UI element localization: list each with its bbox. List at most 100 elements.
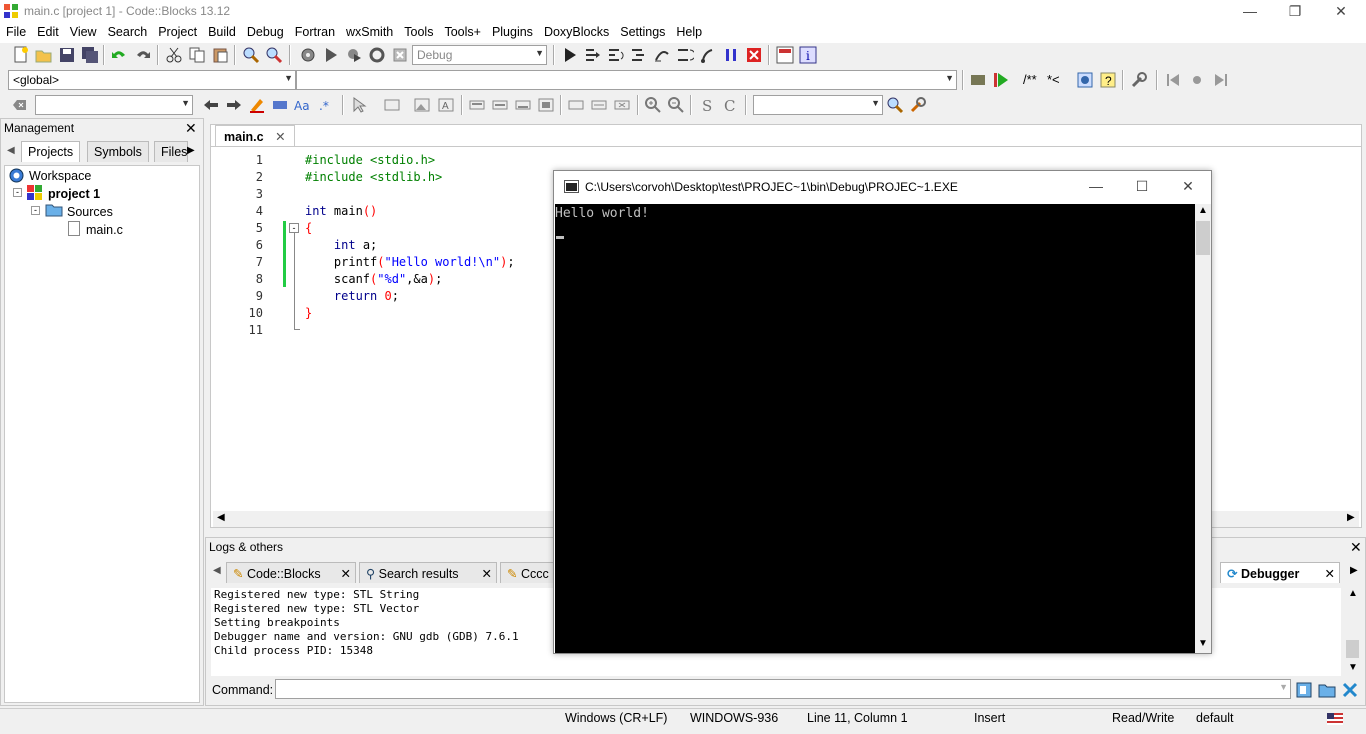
tree-folder-sources[interactable]: Sources [67,205,113,219]
save-icon[interactable] [58,46,76,64]
collapse-project-icon[interactable]: - [13,188,22,197]
pause-icon[interactable] [722,46,740,64]
scope-select[interactable]: <global> ▼ [8,70,296,90]
stop-debugger-icon[interactable] [745,46,763,64]
tab-scroll-right-icon[interactable]: ▶ [1350,565,1358,576]
wx-spacer-icon[interactable] [567,96,585,114]
command-input[interactable]: ▼ [275,679,1291,699]
doxy-wizard-icon[interactable] [969,71,987,89]
match-case-icon[interactable]: Aa [294,96,312,114]
build-and-run-icon[interactable] [345,46,363,64]
tab-symbols[interactable]: Symbols [87,141,149,162]
new-file-icon[interactable] [12,46,30,64]
html-help-icon[interactable] [1076,71,1094,89]
scroll-right-icon[interactable]: ▶ [1347,512,1355,523]
menu-wxsmith[interactable]: wxSmith [340,23,398,39]
build-target-select[interactable]: Debug ▼ [412,45,547,65]
close-icon[interactable]: ✕ [482,566,492,581]
menu-debug[interactable]: Debug [241,23,289,39]
menu-file[interactable]: File [0,23,31,39]
menu-help[interactable]: Help [670,23,707,39]
restore-button[interactable]: ❐ [1272,0,1318,23]
editor-tab-main-c[interactable]: main.c ✕ [215,125,295,147]
load-script-icon[interactable] [1295,681,1313,699]
zoom-in-icon[interactable] [644,96,662,114]
wx-wrap-icon[interactable] [613,96,631,114]
replace-icon[interactable] [265,46,283,64]
step-out-icon[interactable] [699,46,717,64]
tab-scroll-left-icon[interactable]: ◀ [7,145,15,156]
menu-edit[interactable]: Edit [31,23,64,39]
wx-frame-icon[interactable] [383,96,401,114]
step-into-icon[interactable] [653,46,671,64]
selected-text-only-icon[interactable] [271,96,289,114]
wx-settings-s-icon[interactable]: S [698,96,716,114]
console-vertical-scrollbar[interactable]: ▲ ▼ [1195,204,1211,653]
block-comment-button[interactable]: /** [1023,72,1037,87]
save-all-icon[interactable] [81,46,99,64]
undo-icon[interactable] [110,46,128,64]
find-next-icon[interactable] [225,96,243,114]
console-output-area[interactable]: Hello world! [555,204,1195,653]
menu-tools[interactable]: Tools [398,23,438,39]
tree-project[interactable]: project 1 [48,187,100,201]
close-icon[interactable]: ✕ [185,120,197,137]
close-button[interactable]: ✕ [1318,0,1364,23]
zoom-out-icon[interactable] [667,96,685,114]
menu-fortran[interactable]: Fortran [289,23,340,39]
menu-tools-plus[interactable]: Tools+ [438,23,485,39]
tab-cccc[interactable]: ✎ Cccc [500,562,560,583]
open-folder-icon[interactable] [35,46,53,64]
tab-scroll-left-icon[interactable]: ◀ [213,565,221,576]
toggle-bookmark-icon[interactable] [1188,71,1206,89]
menu-settings[interactable]: Settings [614,23,670,39]
close-icon[interactable]: ✕ [1325,566,1335,581]
function-select[interactable]: ▼ [296,70,957,90]
menu-plugins[interactable]: Plugins [486,23,538,39]
wx-box-icon[interactable] [514,96,532,114]
tab-codeblocks-log[interactable]: ✎ Code::Blocks ✕ [226,562,356,583]
doxy-extract-icon[interactable] [992,71,1010,89]
tree-workspace[interactable]: Workspace [29,169,91,183]
clear-search-icon[interactable] [10,96,28,114]
abort-icon[interactable] [391,46,409,64]
tab-search-results[interactable]: ⚲ Search results ✕ [359,562,497,583]
tab-scroll-right-icon[interactable]: ▶ [187,145,195,156]
debugging-windows-icon[interactable] [776,46,794,64]
jump-forward-icon[interactable] [1211,71,1229,89]
wx-static-text-icon[interactable]: A [437,96,455,114]
pointer-icon[interactable] [350,96,368,114]
run-icon[interactable] [322,46,340,64]
debug-continue-icon[interactable] [561,46,579,64]
wx-panel-icon[interactable] [468,96,486,114]
wx-sizer-icon[interactable] [491,96,509,114]
clear-log-icon[interactable] [1341,681,1359,699]
jump-back-icon[interactable] [1165,71,1183,89]
menu-project[interactable]: Project [152,23,202,39]
menu-view[interactable]: View [64,23,102,39]
scroll-up-icon[interactable]: ▲ [1198,205,1208,216]
wx-flex-icon[interactable] [590,96,608,114]
wx-grid-icon[interactable] [537,96,555,114]
line-comment-button[interactable]: *< [1047,72,1060,87]
tree-file-main-c[interactable]: main.c [86,223,123,237]
find-previous-icon[interactable] [202,96,220,114]
chm-help-icon[interactable]: ? [1099,71,1117,89]
close-icon[interactable]: ✕ [341,566,351,581]
highlight-icon[interactable] [248,96,266,114]
fold-block-icon[interactable]: - [289,223,299,233]
redo-icon[interactable] [134,46,152,64]
regex-icon[interactable]: .* [317,96,335,114]
incremental-search-input[interactable]: ▼ [35,95,193,115]
menu-build[interactable]: Build [202,23,241,39]
close-icon[interactable]: ✕ [1350,539,1362,556]
info-icon[interactable]: i [799,46,817,64]
wx-refresh-c-icon[interactable]: C [721,96,739,114]
step-over-icon[interactable] [676,46,694,64]
scroll-down-icon[interactable]: ▼ [1348,662,1358,673]
search-combo[interactable]: ▼ [753,95,883,115]
next-line-icon[interactable] [607,46,625,64]
run-to-cursor-icon[interactable] [584,46,602,64]
search-options-icon[interactable] [909,96,927,114]
paste-icon[interactable] [211,46,229,64]
